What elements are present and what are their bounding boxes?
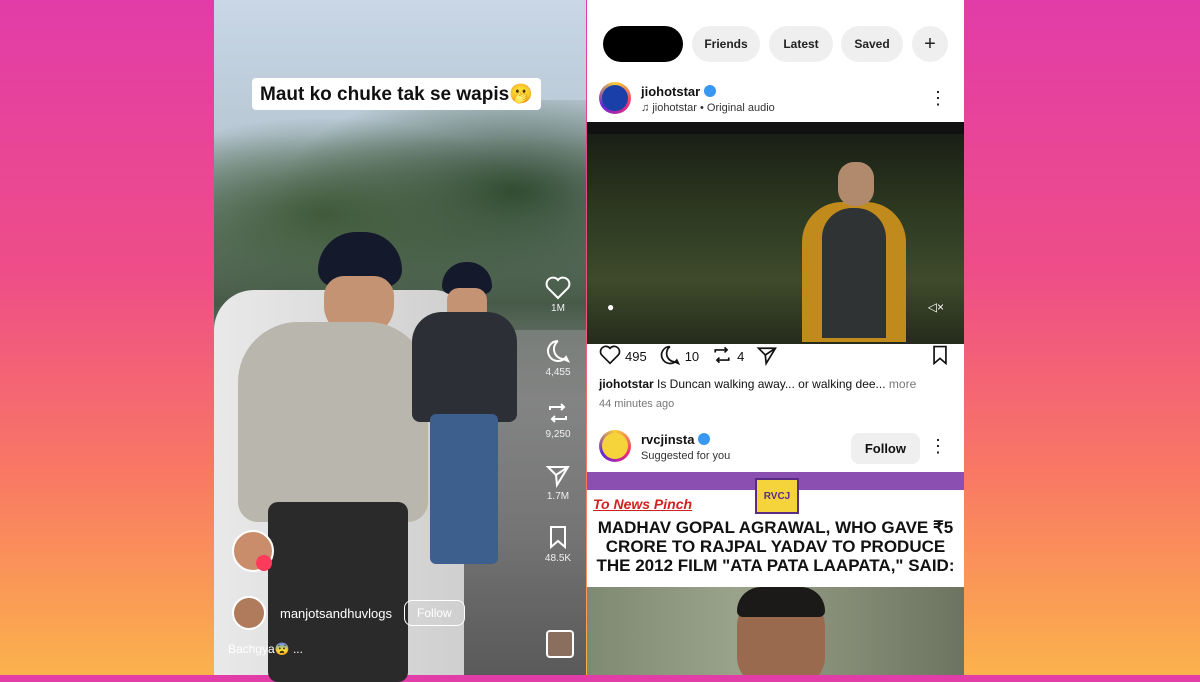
post-subtitle: Suggested for you — [641, 450, 731, 462]
news-headline: MADHAV GOPAL AGRAWAL, WHO GAVE ₹5 CRORE … — [596, 518, 955, 575]
avatar[interactable] — [232, 596, 266, 630]
news-tag: To News Pinch — [593, 496, 693, 512]
tab-latest[interactable]: Latest — [769, 26, 833, 62]
comment-count: 4,455 — [545, 367, 571, 378]
post-image[interactable]: RVCJ To News Pinch MADHAV GOPAL AGRAWAL,… — [587, 472, 964, 675]
more-link[interactable]: more — [889, 377, 916, 391]
repost-button[interactable]: 4 — [711, 344, 744, 369]
verified-badge-icon — [704, 85, 717, 97]
repost-count: 9,250 — [545, 429, 571, 440]
mute-icon[interactable]: ◁× — [928, 300, 944, 314]
bookmark-icon — [538, 524, 578, 550]
video-character — [802, 162, 906, 342]
like-count: 1M — [551, 303, 565, 314]
news-photo — [587, 587, 964, 675]
more-options-icon[interactable]: ⋮ — [929, 88, 947, 109]
tagged-user-icon[interactable]: ● — [607, 300, 614, 314]
avatar[interactable] — [599, 82, 631, 114]
save-button[interactable] — [930, 344, 950, 371]
reel-share-button[interactable]: 1.7M — [538, 462, 578, 502]
comment-icon — [659, 344, 685, 369]
post-caption[interactable]: jiohotstar Is Duncan walking away... or … — [599, 377, 916, 391]
post-video[interactable]: ● ◁× — [587, 122, 964, 344]
plus-icon: + — [924, 32, 936, 55]
music-note-icon: ♫ — [641, 102, 653, 114]
post-header: jiohotstar ♫ jiohotstar • Original audio… — [587, 80, 964, 124]
comment-icon — [538, 338, 578, 364]
bookmark-icon — [930, 345, 950, 370]
heart-badge-icon — [256, 555, 272, 571]
post-audio[interactable]: ♫ jiohotstar • Original audio — [641, 102, 775, 114]
share-count: 1.7M — [546, 491, 570, 502]
share-icon — [756, 344, 782, 369]
reel-follow-button[interactable]: Follow — [404, 600, 465, 626]
feed-panel: Friends Latest Saved + jiohotstar ♫ jioh… — [587, 0, 964, 675]
repost-icon — [538, 400, 578, 426]
post-username[interactable]: rvcjinsta — [641, 432, 711, 447]
rvcj-logo: RVCJ — [755, 478, 799, 514]
reel-audio-thumbnail[interactable] — [546, 630, 574, 658]
reel-like-button[interactable]: 1M — [538, 276, 578, 314]
follow-button[interactable]: Follow — [850, 433, 920, 464]
share-button[interactable] — [756, 344, 782, 369]
reel-comment-button[interactable]: 4,455 — [538, 338, 578, 378]
post-username[interactable]: jiohotstar — [641, 84, 717, 99]
post-time: 44 minutes ago — [599, 398, 675, 410]
share-icon — [538, 462, 578, 488]
comment-button[interactable]: 10 — [659, 344, 699, 369]
reel-description[interactable]: Bachgya😨 ... — [228, 642, 303, 656]
reel-caption: Maut ko chuke tak se wapis🫢 — [252, 78, 541, 110]
post-actions: 495 10 4 — [599, 344, 794, 369]
reel-person-back — [412, 262, 517, 587]
avatar[interactable] — [599, 430, 631, 462]
tab-for-you[interactable] — [603, 26, 683, 62]
reel-repost-button[interactable]: 9,250 — [538, 400, 578, 440]
tab-saved[interactable]: Saved — [841, 26, 903, 62]
reel-username[interactable]: manjotsandhuvlogs — [280, 606, 392, 621]
reel-save-button[interactable]: 48.5K — [538, 524, 578, 564]
more-options-icon[interactable]: ⋮ — [929, 436, 947, 457]
heart-icon — [599, 345, 625, 368]
like-button[interactable]: 495 — [599, 345, 647, 368]
add-tab-button[interactable]: + — [912, 26, 948, 62]
heart-icon — [538, 276, 578, 300]
verified-badge-icon — [698, 433, 711, 445]
reel-user-row: manjotsandhuvlogs Follow — [232, 596, 465, 630]
tab-friends[interactable]: Friends — [692, 26, 760, 62]
save-count: 48.5K — [544, 553, 572, 564]
repost-icon — [711, 344, 737, 369]
